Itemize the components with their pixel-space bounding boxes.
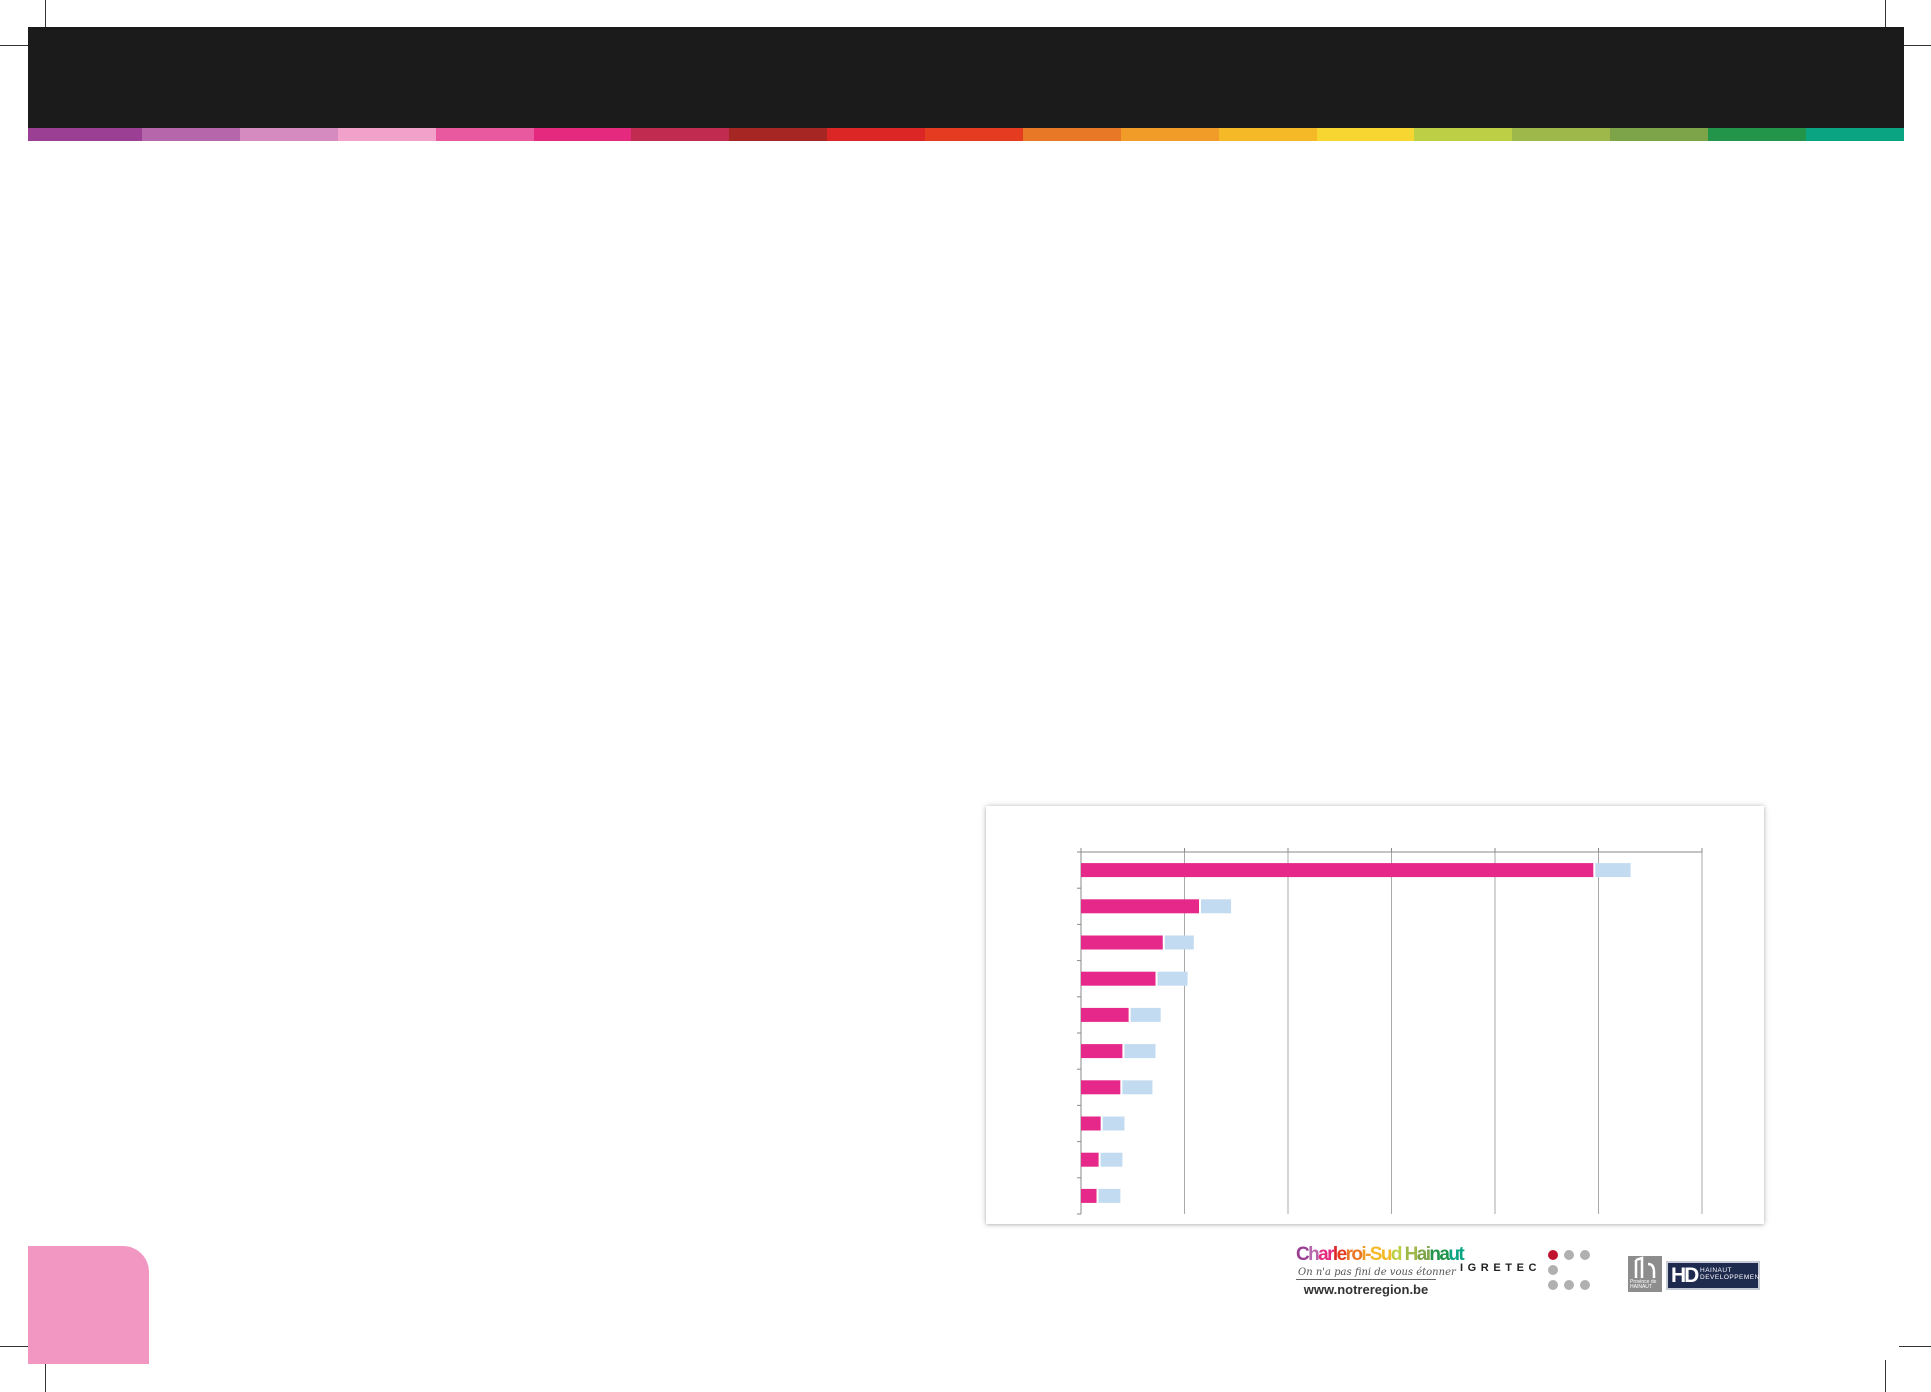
color-strip-segment [925,128,1023,141]
bar-primary [1081,899,1199,914]
igretec-dot [1564,1280,1574,1290]
hd-mark: HD [1671,1264,1699,1287]
page-tab [28,1246,149,1364]
province-label: Province de HAINAUT [1630,1279,1657,1290]
bar-primary [1081,1080,1121,1095]
color-strip-segment [28,128,143,141]
color-strip-segment [1708,128,1806,141]
color-strip-segment [337,128,436,141]
igretec-dot [1580,1280,1590,1290]
color-strip-segment [1805,128,1904,141]
color-strip-segment [729,128,828,141]
igretec-dot [1548,1265,1558,1275]
brand-wordmark: Charleroi-Sud Hainaut [1296,1244,1465,1265]
bar-primary [1081,1007,1129,1022]
color-strip-segment [1512,128,1611,141]
color-strip-segment [435,128,534,141]
bar-primary [1081,1116,1101,1131]
color-strip-segment [533,128,632,141]
color-strip-segment [1120,128,1219,141]
color-strip-segment [1218,128,1317,141]
bar-secondary [1164,935,1194,950]
crop-mark-bottom-right-v [1885,1360,1886,1392]
color-strip-segment [1022,128,1121,141]
bar-secondary [1102,1116,1125,1131]
crop-mark-bottom-right-h [1899,1346,1931,1347]
bar-chart [1077,848,1703,1215]
bar-secondary [1122,1080,1153,1095]
igretec-logo: IGRETEC [1460,1248,1590,1294]
header-band [28,27,1904,128]
bar-primary [1081,1188,1097,1203]
color-strip-segment [239,128,338,141]
hd-name-line1: HAINAUT [1700,1267,1733,1274]
bar-secondary [1098,1188,1121,1203]
bar-secondary [1124,1044,1156,1059]
bar-primary [1081,863,1594,878]
bar-secondary [1100,1152,1123,1167]
igretec-dot [1548,1250,1558,1260]
igretec-dot [1580,1250,1590,1260]
chart-panel [986,806,1764,1224]
header-color-strip [28,128,1904,141]
website-link[interactable]: www.notreregion.be [1296,1282,1436,1297]
bar-primary [1081,971,1156,986]
bar-secondary [1595,863,1631,878]
hd-name: HAINAUT DEVELOPPEMENT [1700,1267,1764,1281]
bar-secondary [1130,1007,1161,1022]
brand-tagline: On n'a pas fini de vous étonner [1296,1267,1456,1280]
hd-name-line2: DEVELOPPEMENT [1700,1274,1765,1281]
igretec-dot [1548,1280,1558,1290]
color-strip-segment [827,128,926,141]
color-strip-segment [1610,128,1709,141]
hd-badge: HD HAINAUT DEVELOPPEMENT [1666,1261,1764,1290]
igretec-dot [1564,1250,1574,1260]
bar-primary [1081,935,1163,950]
igretec-wordmark: IGRETEC [1460,1262,1542,1274]
bar-secondary [1200,899,1232,914]
color-strip-segment [631,128,730,141]
crop-mark-bottom-left-v [45,1360,46,1392]
province-hainaut-emblem-icon: Province de HAINAUT [1628,1256,1662,1292]
color-strip-segment [1414,128,1513,141]
bar-primary [1081,1044,1123,1059]
color-strip-segment [1316,128,1415,141]
color-strip-segment [142,128,240,141]
bar-secondary [1157,971,1188,986]
hainaut-developpement-logo: Province de HAINAUT HD HAINAUT DEVELOPPE… [1626,1244,1764,1294]
bar-primary [1081,1152,1099,1167]
